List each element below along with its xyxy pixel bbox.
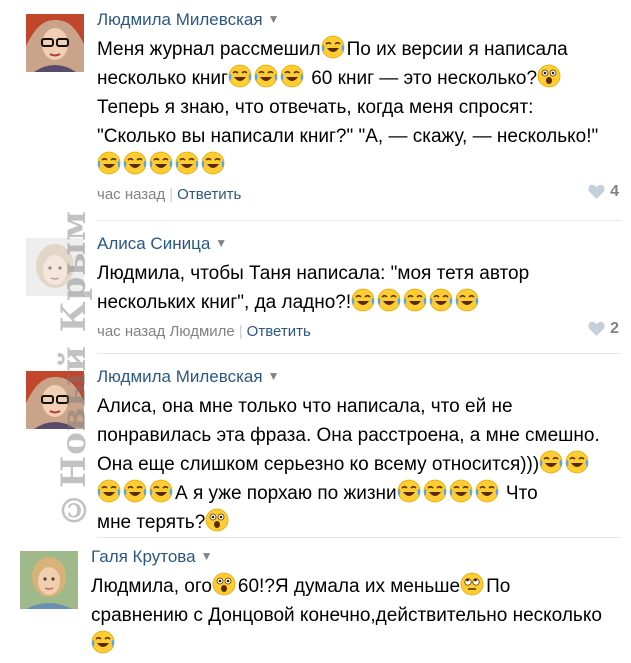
joy-emoji-icon (539, 450, 563, 474)
comment-line: Теперь я знаю, что отвечать, когда меня … (97, 93, 621, 122)
chevron-down-icon[interactable]: ▼ (201, 549, 213, 563)
wow-emoji-icon (537, 64, 561, 88)
joy-emoji-icon (397, 479, 421, 503)
reply-button[interactable]: Ответить (177, 186, 241, 203)
divider (97, 353, 621, 354)
comment-text-fragment: Людмила, ого (91, 576, 212, 597)
chevron-down-icon[interactable]: ▼ (268, 12, 280, 26)
comment-line: нескольких книг", да ладно?! (97, 288, 621, 317)
like-button[interactable]: 4 (588, 183, 619, 201)
joy-emoji-icon (175, 151, 199, 175)
comment-text-fragment: понравилась эта фраза. Она расстроена, а… (97, 425, 600, 446)
joy-emoji-icon (403, 288, 427, 312)
comment-text-fragment: нескольких книг", да ладно?! (97, 292, 352, 313)
comment-line (97, 151, 621, 180)
comment-text-fragment: "Сколько вы написали книг?" "А, — скажу,… (97, 126, 599, 147)
comment-text: Меня журнал рассмешил По их версии я напи… (97, 35, 621, 180)
comment-text-fragment: А я уже порхаю по жизни (175, 483, 397, 504)
comment-author[interactable]: Людмила Милевская ▼ (97, 365, 621, 388)
comment-text-fragment: По их версии я написала (346, 39, 568, 60)
wow-emoji-icon (205, 508, 229, 532)
comment-text-fragment: Она еще слишком серьезно ко всему относи… (97, 454, 540, 475)
heart-icon (588, 184, 605, 199)
divider (97, 537, 621, 538)
comment-text: Людмила, чтобы Таня написала: "моя тетя … (97, 259, 621, 317)
joy-emoji-icon (97, 151, 121, 175)
joy-emoji-icon (475, 479, 499, 503)
avatar[interactable] (20, 551, 78, 609)
joy-emoji-icon (254, 64, 278, 88)
author-name[interactable]: Людмила Милевская (97, 10, 263, 29)
comment-line: сравнению с Донцовой конечно,действитель… (91, 601, 621, 630)
comment-line: Алиса, она мне только что написала, что … (97, 392, 621, 421)
like-count: 2 (610, 320, 619, 337)
comment-line: А я уже порхаю по жизни Что (97, 479, 621, 508)
comment-time[interactable]: час назад (97, 186, 165, 203)
comment-text-fragment: мне терять? (97, 512, 206, 533)
like-button[interactable]: 2 (588, 320, 619, 338)
joy-emoji-icon (280, 64, 304, 88)
comment-meta: час назад Людмиле | Ответить (97, 323, 311, 340)
comment-author[interactable]: Галя Крутова ▼ (91, 545, 621, 568)
comment-text-fragment: Меня журнал рассмешил (97, 39, 321, 60)
comment-text-fragment: 60 книг — это несколько? (305, 68, 538, 89)
reply-button[interactable]: Ответить (247, 323, 311, 340)
joy-emoji-icon (455, 288, 479, 312)
comment-author[interactable]: Людмила Милевская ▼ (97, 8, 621, 31)
joy-emoji-icon (123, 479, 147, 503)
comment-text-fragment: По (486, 576, 511, 597)
comment-line: мне терять? (97, 508, 621, 537)
comment-text-fragment: Людмила, чтобы Таня написала: "моя тетя … (97, 263, 530, 284)
joy-emoji-icon (228, 64, 252, 88)
comment-line: Людмила, ого 60!?Я думала их меньше По (91, 572, 621, 601)
divider (97, 220, 621, 221)
joy-emoji-icon (377, 288, 401, 312)
joy-emoji-icon (97, 479, 121, 503)
comment-line: Меня журнал рассмешил По их версии я напи… (97, 35, 621, 64)
author-name[interactable]: Галя Крутова (91, 547, 196, 566)
joy-emoji-icon (91, 630, 115, 654)
chevron-down-icon[interactable]: ▼ (215, 236, 227, 250)
joy-emoji-icon (321, 35, 345, 59)
comment-text-fragment: сравнению с Донцовой конечно,действитель… (91, 605, 602, 626)
comment-line: понравилась эта фраза. Она расстроена, а… (97, 421, 621, 450)
joy-emoji-icon (201, 151, 225, 175)
comment-text-fragment: Что (500, 483, 538, 504)
joy-emoji-icon (149, 479, 173, 503)
comment-line: "Сколько вы написали книг?" "А, — скажу,… (97, 122, 621, 151)
comment-text-fragment: Теперь я знаю, что отвечать, когда меня … (97, 97, 534, 118)
comment-author[interactable]: Алиса Синица ▼ (97, 232, 621, 255)
comment-text-fragment: 60!?Я думала их меньше (237, 576, 461, 597)
comment-text-fragment: Алиса, она мне только что написала, что … (97, 396, 513, 417)
comment-line: несколько книг 60 книг — это несколько? (97, 64, 621, 93)
heart-icon (588, 321, 605, 336)
comment-text-fragment: несколько книг (97, 68, 228, 89)
comment-text: Алиса, она мне только что написала, что … (97, 392, 621, 537)
chevron-down-icon[interactable]: ▼ (268, 369, 280, 383)
avatar[interactable] (26, 371, 84, 429)
comment-text: Людмила, ого 60!?Я думала их меньше По срав… (91, 572, 621, 659)
wow-emoji-icon (212, 572, 236, 596)
reply-to[interactable]: Людмиле (169, 323, 234, 340)
comment-line (91, 630, 621, 659)
joy-emoji-icon (449, 479, 473, 503)
joy-emoji-icon (123, 151, 147, 175)
comment-meta: час назад | Ответить (97, 186, 242, 203)
joy-emoji-icon (149, 151, 173, 175)
joy-emoji-icon (565, 450, 589, 474)
comment-line: Людмила, чтобы Таня написала: "моя тетя … (97, 259, 621, 288)
joy-emoji-icon (429, 288, 453, 312)
author-name[interactable]: Алиса Синица (97, 234, 210, 253)
comment-time[interactable]: час назад (97, 323, 165, 340)
joy-emoji-icon (423, 479, 447, 503)
joy-emoji-icon (351, 288, 375, 312)
avatar[interactable] (26, 14, 84, 72)
comment-line: Она еще слишком серьезно ко всему относи… (97, 450, 621, 479)
avatar[interactable] (26, 238, 84, 296)
author-name[interactable]: Людмила Милевская (97, 367, 263, 386)
like-count: 4 (610, 183, 619, 200)
roll-emoji-icon (460, 572, 484, 596)
